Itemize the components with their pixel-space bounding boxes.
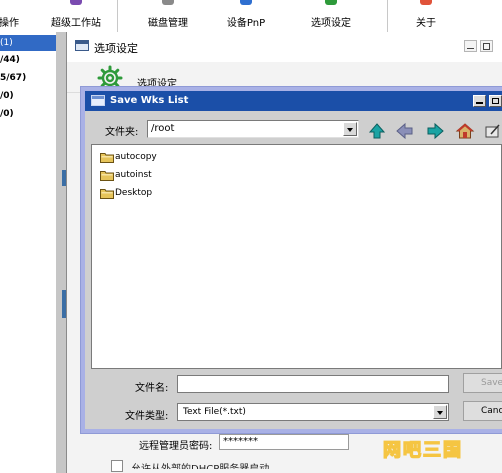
- toolbar-separator: [387, 0, 388, 32]
- look-in-value: /root: [151, 123, 175, 134]
- save-button[interactable]: Save: [463, 373, 502, 393]
- new-folder-icon[interactable]: [483, 122, 502, 140]
- filename-field[interactable]: [177, 375, 449, 393]
- disk-icon: [162, 0, 174, 5]
- file-name: autocopy: [115, 152, 157, 162]
- save-dialog-title: Save Wks List: [110, 95, 189, 106]
- file-name: Desktop: [115, 188, 153, 198]
- toolbar-options-button[interactable]: 选项设定: [298, 0, 364, 32]
- workstation-icon: [70, 0, 82, 5]
- about-icon: [420, 0, 432, 5]
- window-icon: [75, 40, 89, 51]
- toolbar-about-button[interactable]: 关于: [404, 0, 448, 32]
- toolbar-about-label: 关于: [416, 18, 436, 29]
- up-arrow-icon[interactable]: [367, 122, 387, 140]
- filetype-value: Text File(*.txt): [183, 407, 246, 417]
- options-title: 选项设定: [94, 42, 138, 55]
- options-icon: [325, 0, 337, 5]
- folder-icon: [100, 171, 114, 181]
- cancel-button[interactable]: Cancel: [463, 401, 502, 421]
- toolbar-disk-label: 磁盘管理: [148, 18, 188, 29]
- device-icon: [240, 0, 252, 5]
- tree-item[interactable]: /0): [0, 88, 56, 104]
- maximize-button[interactable]: [480, 40, 493, 52]
- file-list[interactable]: autocopy autoinst Desktop: [91, 144, 502, 369]
- maximize-button[interactable]: [489, 95, 502, 107]
- main-window-edge: [56, 32, 66, 473]
- minimize-button[interactable]: [473, 95, 486, 107]
- look-in-label: 文件夹:: [105, 127, 139, 138]
- chevron-down-icon[interactable]: [433, 405, 447, 419]
- dhcp-checkbox[interactable]: [111, 460, 123, 472]
- toolbar-disk-button[interactable]: 磁盘管理: [128, 0, 208, 32]
- screen: 操作 超级工作站 磁盘管理 设备PnP 选项设定 关于 (1) /44) 5/6…: [0, 0, 502, 473]
- chevron-down-icon[interactable]: [343, 122, 357, 136]
- filetype-label: 文件类型:: [125, 411, 169, 422]
- toolbar-options-label: 选项设定: [311, 18, 351, 29]
- main-toolbar: 操作 超级工作站 磁盘管理 设备PnP 选项设定 关于: [0, 0, 502, 32]
- toolbar-operate-button[interactable]: 操作: [0, 0, 24, 32]
- save-file-dialog: Save Wks List 文件夹: /root autocopy autoin…: [81, 87, 502, 433]
- look-in-dropdown[interactable]: /root: [147, 120, 359, 138]
- tree-item[interactable]: /0): [0, 106, 56, 122]
- folder-icon: [100, 189, 114, 199]
- svg-text:网吧三国: 网吧三国: [383, 440, 463, 461]
- dhcp-checkbox-label: 允许从外部的DHCP服务器启动: [131, 460, 269, 469]
- filename-label: 文件名:: [135, 383, 169, 394]
- watermark-logo: 网吧三国: [382, 439, 463, 461]
- options-titlebar[interactable]: 选项设定: [67, 32, 502, 62]
- home-icon[interactable]: [455, 122, 475, 140]
- tree-item[interactable]: 5/67): [0, 70, 56, 86]
- toolbar-superstation-button[interactable]: 超级工作站: [44, 0, 108, 32]
- toolbar-pnp-label: 设备PnP: [226, 18, 266, 29]
- file-name: autoinst: [115, 170, 152, 180]
- toolbar-superstation-label: 超级工作站: [51, 18, 101, 29]
- tree-item[interactable]: /44): [0, 52, 56, 68]
- back-arrow-icon[interactable]: [395, 122, 415, 140]
- tree-item[interactable]: (1): [0, 35, 56, 51]
- workstation-tree: (1) /44) 5/67) /0) /0): [0, 32, 56, 473]
- save-dialog-titlebar[interactable]: Save Wks List: [85, 91, 502, 111]
- forward-arrow-icon[interactable]: [425, 122, 445, 140]
- minimize-button[interactable]: [464, 40, 477, 52]
- remote-password-field[interactable]: *******: [219, 434, 349, 450]
- remote-password-label: 远程管理员密码:: [139, 441, 213, 452]
- toolbar-operate-label: 操作: [0, 18, 19, 29]
- window-icon: [91, 95, 105, 106]
- folder-icon: [100, 153, 114, 163]
- toolbar-separator: [117, 0, 118, 32]
- filetype-dropdown[interactable]: Text File(*.txt): [177, 403, 449, 421]
- toolbar-pnp-button[interactable]: 设备PnP: [214, 0, 278, 32]
